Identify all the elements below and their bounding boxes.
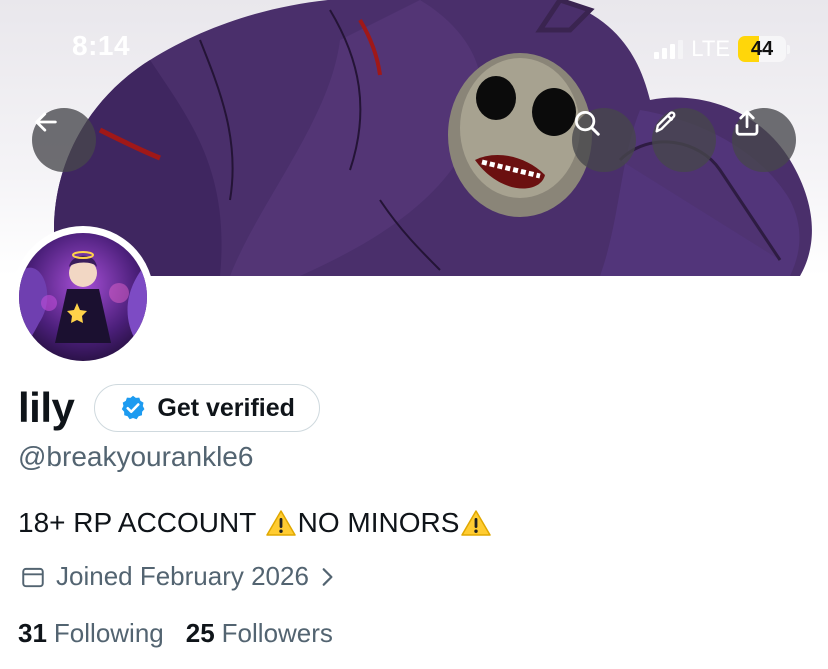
- pencil-icon: [655, 111, 676, 133]
- chevron-right-icon: [322, 567, 333, 586]
- followers-link[interactable]: 25 Followers: [186, 618, 333, 649]
- name-row: lily Get verified: [18, 384, 320, 432]
- following-link[interactable]: 31 Following: [18, 618, 164, 649]
- search-button[interactable]: [572, 108, 636, 172]
- following-label: Following: [53, 618, 164, 648]
- edit-button[interactable]: [652, 108, 716, 172]
- battery-icon: 44: [738, 36, 790, 62]
- warning-icon: [461, 510, 492, 536]
- user-handle: @breakyourankle6: [18, 441, 254, 472]
- get-verified-label: Get verified: [157, 393, 295, 422]
- share-button[interactable]: [732, 108, 796, 172]
- status-indicators: LTE 44: [654, 36, 790, 62]
- joined-date: Joined February 2026: [56, 561, 309, 591]
- bio-text-part1: 18+ RP ACCOUNT: [18, 507, 264, 538]
- profile-banner[interactable]: 8:14 LTE 44: [0, 0, 828, 276]
- follow-stats: 31 Following 25 Followers: [18, 618, 333, 649]
- cellular-signal-icon: [654, 39, 684, 59]
- bio-text-part2: NO MINORS: [297, 507, 460, 538]
- avatar-image: [19, 233, 147, 361]
- network-type: LTE: [691, 36, 730, 61]
- warning-icon: [265, 510, 296, 536]
- following-count: 31: [18, 618, 47, 648]
- followers-label: Followers: [221, 618, 333, 648]
- search-icon: [575, 111, 600, 136]
- joined-date-row[interactable]: Joined February 2026: [20, 561, 335, 592]
- back-button[interactable]: [32, 108, 96, 172]
- followers-count: 25: [185, 618, 215, 648]
- get-verified-button[interactable]: Get verified: [94, 384, 320, 432]
- calendar-icon: [22, 567, 44, 587]
- battery-percent: 44: [750, 38, 774, 60]
- avatar[interactable]: [12, 226, 154, 368]
- status-time: 8:14: [72, 30, 131, 61]
- bio: 18+ RP ACCOUNT NO MINORS: [18, 507, 493, 539]
- back-arrow-icon: [35, 112, 57, 132]
- verified-badge-icon: [122, 395, 145, 420]
- display-name: lily: [18, 384, 75, 431]
- share-icon: [735, 110, 759, 136]
